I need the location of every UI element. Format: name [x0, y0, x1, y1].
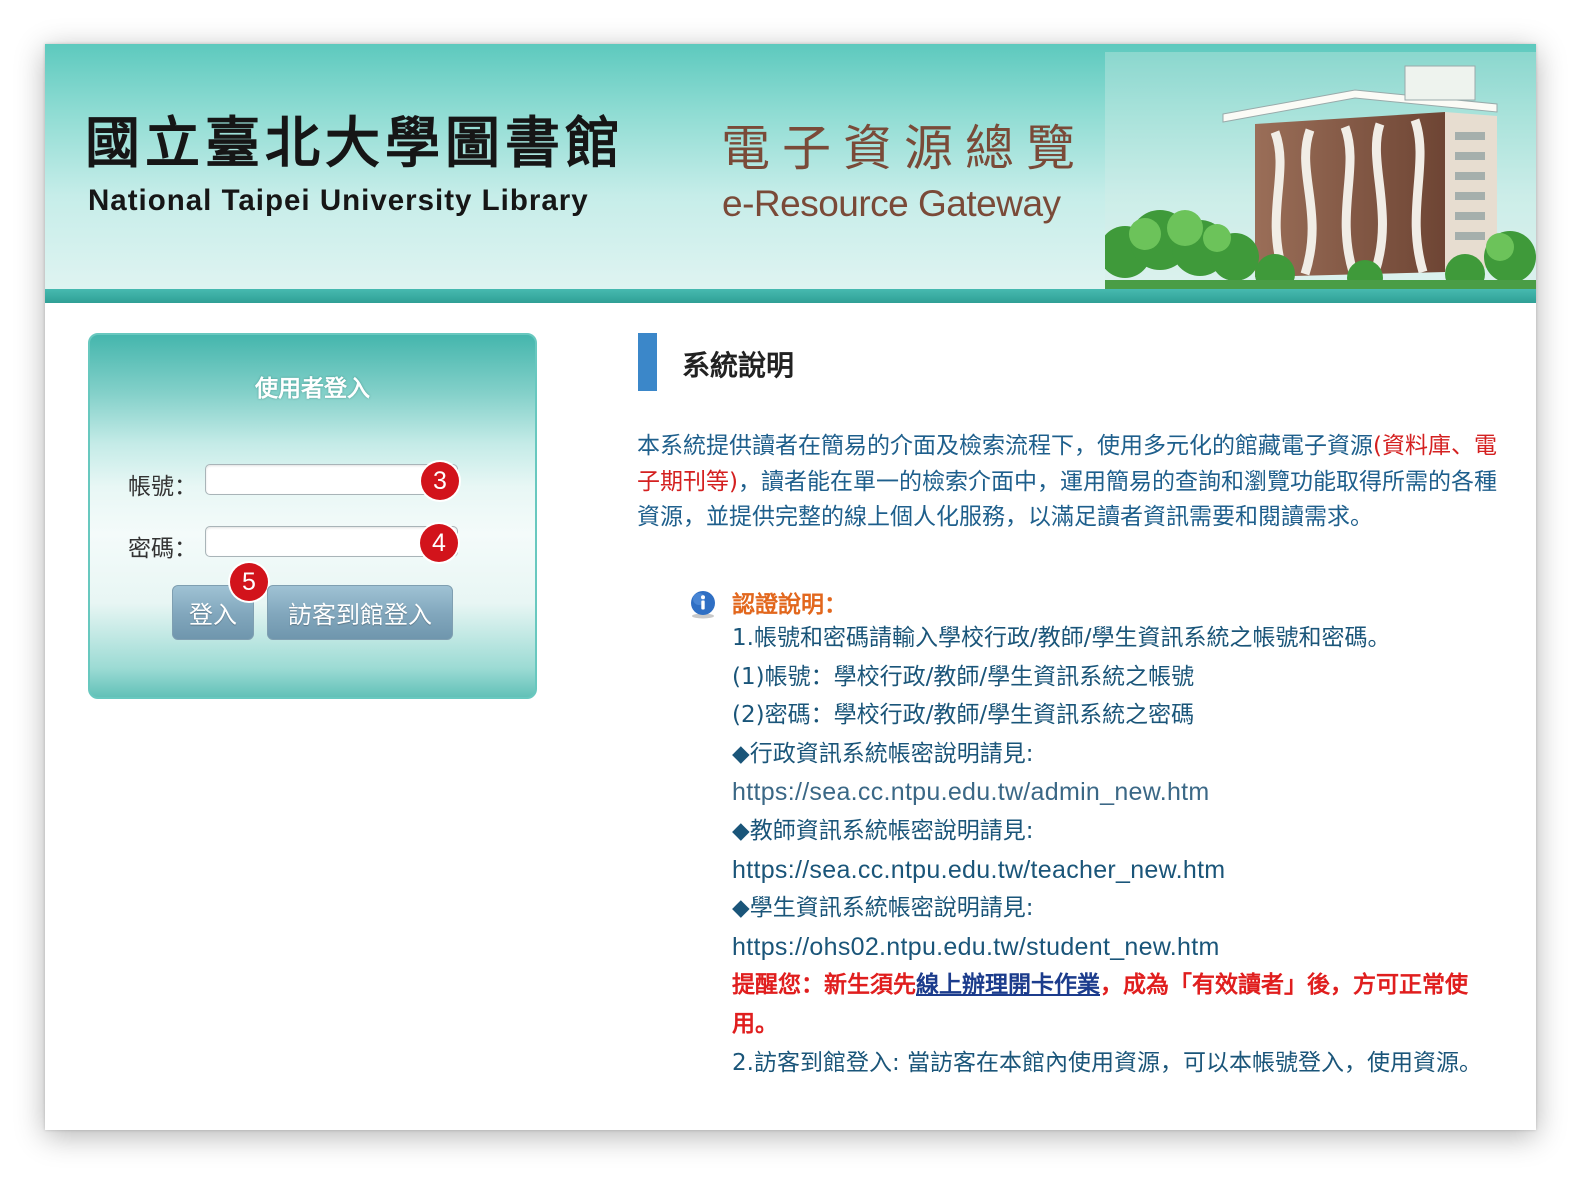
step-marker-3: 3	[421, 462, 459, 500]
step-marker-4: 4	[420, 524, 458, 562]
password-label: 密碼：	[128, 536, 197, 562]
reminder-prefix: 提醒您：新生須先	[732, 972, 916, 999]
intro-text-2: ，讀者能在單一的檢索介面中，運用簡易的查詢和瀏覽功能取得所需的各種資源，並提供完…	[637, 468, 1497, 531]
browser-page: 國立臺北大學圖書館 National Taipei University Lib…	[45, 44, 1536, 1130]
auth-instructions: 1.帳號和密碼請輸入學校行政/教師/學生資訊系統之帳號和密碼。 (1)帳號：學校…	[732, 619, 1492, 1082]
intro-text-1: 本系統提供讀者在簡易的介面及檢索流程下，使用多元化的館藏電子資源	[637, 433, 1373, 459]
gateway-name-zh: 電子資源總覽	[721, 120, 1088, 177]
auth-title: 認證說明：	[732, 592, 847, 618]
gateway-name-en: e-Resource Gateway	[722, 183, 1061, 224]
admin-label: ◆行政資訊系統帳密說明請見:	[732, 740, 1034, 767]
account-label: 帳號：	[128, 474, 197, 500]
library-building-illustration	[1105, 52, 1536, 289]
step-marker-5: 5	[230, 563, 268, 601]
guest-login-button[interactable]: 訪客到館登入	[267, 585, 453, 640]
teacher-label: ◆教師資訊系統帳密說明請見:	[732, 817, 1034, 844]
new-student-reminder: 提醒您：新生須先線上辦理開卡作業，成為「有效讀者」後，方可正常使用。	[732, 966, 1492, 1043]
auth-line-1: 1.帳號和密碼請輸入學校行政/教師/學生資訊系統之帳號和密碼。	[732, 625, 1391, 651]
student-label: ◆學生資訊系統帳密說明請見:	[732, 895, 1034, 922]
library-name-zh: 國立臺北大學圖書館	[85, 110, 626, 175]
section-accent-bar	[638, 333, 657, 391]
admin-url: https://sea.cc.ntpu.edu.tw/admin_new.htm	[732, 778, 1210, 807]
info-icon	[691, 591, 715, 619]
section-title: 系統說明	[682, 349, 795, 382]
header-divider	[45, 289, 1536, 303]
teacher-url: https://sea.cc.ntpu.edu.tw/teacher_new.h…	[732, 855, 1226, 884]
login-title: 使用者登入	[255, 376, 370, 402]
guest-description: 2.訪客到館登入: 當訪客在本館內使用資源，可以本帳號登入，使用資源。	[732, 1049, 1483, 1076]
auth-line-3: (2)密碼：學校行政/教師/學生資訊系統之密碼	[732, 702, 1195, 729]
auth-line-2: (1)帳號：學校行政/教師/學生資訊系統之帳號	[732, 663, 1195, 690]
system-description: 本系統提供讀者在簡易的介面及檢索流程下，使用多元化的館藏電子資源(資料庫、電子期…	[637, 429, 1501, 536]
header-banner: 國立臺北大學圖書館 National Taipei University Lib…	[45, 44, 1536, 289]
library-name-en: National Taipei University Library	[88, 184, 589, 217]
login-panel: 使用者登入 帳號： 3 密碼： 4 登入 5 訪客到館登入	[88, 333, 537, 699]
student-url: https://ohs02.ntpu.edu.tw/student_new.ht…	[732, 932, 1220, 961]
card-activation-link[interactable]: 線上辦理開卡作業	[916, 972, 1100, 998]
